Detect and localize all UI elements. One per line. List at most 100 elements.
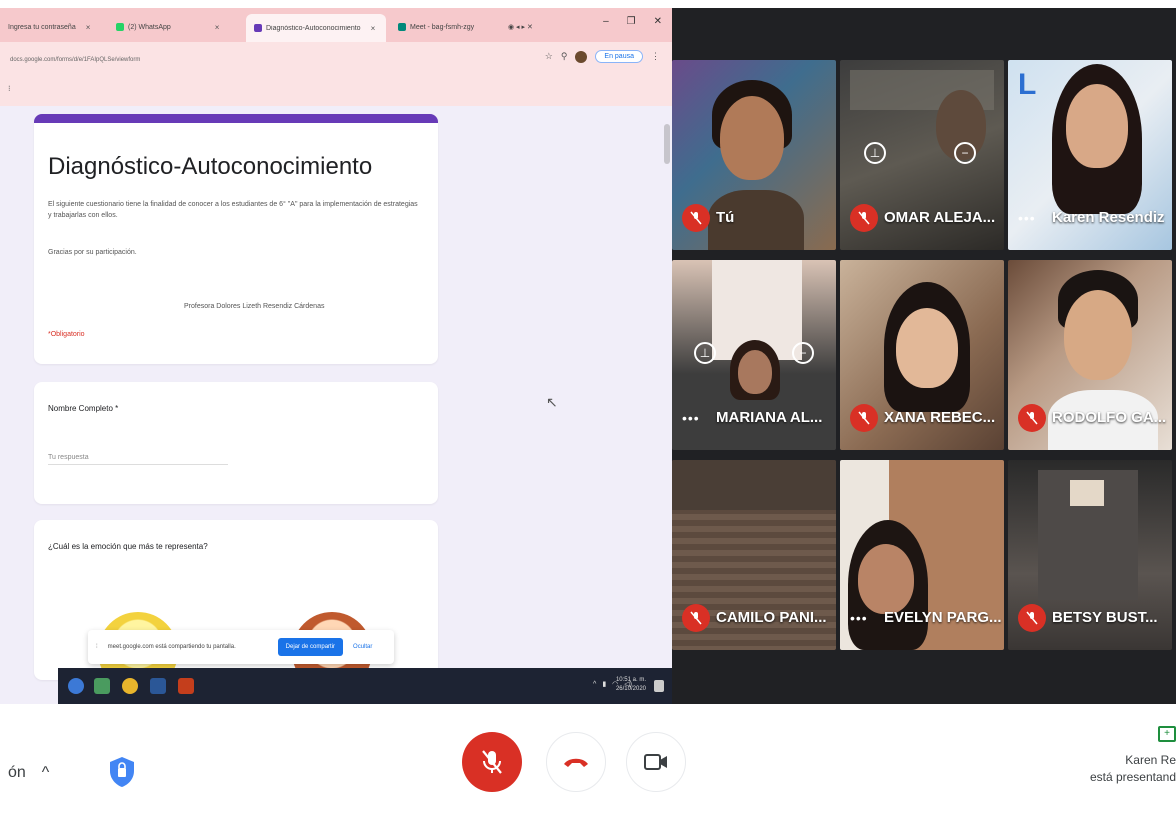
participant-tile[interactable]: ⊥ − ••• MARIANA AL... [672, 260, 836, 450]
speaking-indicator-icon: ••• [850, 610, 868, 626]
start-icon[interactable] [68, 678, 84, 694]
meeting-details-label: ón [8, 764, 26, 781]
videocam-icon [644, 754, 667, 770]
pin-icon[interactable]: ⊥ [694, 342, 716, 364]
system-clock: 10:51 a. m. 26/10/2020 [616, 676, 646, 694]
shield-icon[interactable] [108, 756, 136, 788]
participant-video [738, 350, 772, 394]
participant-name: CAMILO PANI... [716, 609, 827, 626]
avatar[interactable] [575, 50, 588, 63]
banner-message: meet.google.com está compartiendo tu pan… [107, 644, 236, 650]
question-label: ¿Cuál es la emoción que más te represent… [48, 542, 208, 551]
mic-off-icon [682, 604, 710, 632]
hide-button[interactable]: Ocultar [353, 644, 372, 650]
tab-audio-controls[interactable]: ◉ ◂ ▸ ✕ [500, 16, 560, 38]
meet-icon [398, 23, 406, 31]
mic-off-icon [850, 404, 878, 432]
window-controls: – ❐ ✕ [603, 16, 662, 27]
participant-video [858, 544, 914, 614]
mouse-cursor-icon: ↖ [546, 394, 558, 410]
form-signature: Profesora Dolores Lizeth Resendiz Cárden… [184, 303, 325, 310]
clock-time: 10:51 a. m. [615, 677, 646, 683]
meeting-details-toggle[interactable]: ón ^ [8, 764, 49, 782]
tab-label: Meet - bag-fsmh-zgy [410, 23, 475, 31]
form-title: Diagnóstico-Autoconocimiento [48, 153, 373, 180]
mic-toggle-button[interactable] [462, 732, 522, 792]
answer-input[interactable]: Tu respuesta [48, 454, 228, 465]
browser-tab[interactable]: Meet - bag-fsmh-zgy [390, 16, 494, 38]
participant-video [1064, 290, 1132, 380]
maximize-icon[interactable]: ❐ [627, 16, 636, 27]
browser-tab[interactable]: Ingresa tu contraseña × [0, 16, 108, 38]
camera-toggle-button[interactable] [626, 732, 686, 792]
participant-tile[interactable]: RODOLFO GA... [1008, 260, 1172, 450]
tab-label: (2) WhatsApp [128, 23, 171, 31]
participant-video [896, 308, 958, 388]
url-field[interactable]: docs.google.com/forms/d/e/1FAIpQLSe/view… [4, 50, 564, 70]
participant-tile[interactable]: CAMILO PANI... [672, 460, 836, 650]
participant-tile[interactable]: L ••• Karen Resendiz [1008, 60, 1172, 250]
page-scrollbar[interactable] [664, 124, 670, 164]
participant-tile[interactable]: XANA REBEC... [840, 260, 1004, 450]
forms-icon [254, 24, 262, 32]
apps-icon[interactable]: ⁝ [8, 84, 11, 93]
windows-taskbar: ^ ▮ ◠ ◁) 10:51 a. m. 26/10/2020 [58, 668, 672, 704]
question-card: Nombre Completo * Tu respuesta [34, 382, 438, 504]
menu-icon[interactable]: ⋮ [651, 51, 660, 62]
wall-decoration: L [1018, 68, 1037, 101]
participant-name: Tú [716, 209, 735, 226]
present-to-all-icon[interactable]: + [1158, 726, 1176, 742]
clock-date: 26/10/2020 [615, 686, 646, 692]
remove-icon[interactable]: − [792, 342, 814, 364]
participant-name: XANA REBEC... [884, 409, 996, 426]
form-header-card: Diagnóstico-Autoconocimiento El siguient… [34, 114, 438, 364]
minimize-icon[interactable]: – [603, 16, 609, 27]
participant-grid: Tú ⊥ − OMAR ALEJA... L ••• Karen Resendi… [672, 8, 1176, 704]
mic-off-icon [850, 204, 878, 232]
app-icon[interactable] [94, 678, 110, 694]
chevron-up-icon: ^ [41, 764, 50, 781]
participant-name: OMAR ALEJA... [884, 209, 996, 226]
tab-label: Diagnóstico-Autoconocimiento [266, 24, 361, 32]
browser-tab-active[interactable]: Diagnóstico-Autoconocimiento × [246, 14, 386, 42]
pause-sync-button[interactable]: En pausa [595, 50, 643, 63]
presenter-info: Karen Re está presentand [1090, 752, 1176, 786]
close-tab-icon[interactable]: × [86, 23, 91, 32]
pin-icon[interactable]: ⊥ [864, 142, 886, 164]
presenter-name: Karen Re [1125, 753, 1176, 767]
drag-handle-icon[interactable]: ⁞ [96, 644, 98, 650]
close-tab-icon[interactable]: × [371, 24, 376, 33]
battery-icon: ▮ [602, 681, 607, 688]
hang-up-button[interactable] [546, 732, 606, 792]
participant-tile[interactable]: Tú [672, 60, 836, 250]
form-thanks: Gracias por su participación. [48, 249, 137, 256]
remove-icon[interactable]: − [954, 142, 976, 164]
form-description: El siguiente cuestionario tiene la final… [48, 201, 418, 219]
participant-tile[interactable]: BETSY BUST... [1008, 460, 1172, 650]
chevron-up-icon[interactable]: ^ [593, 681, 596, 688]
participant-name: MARIANA AL... [716, 409, 823, 426]
star-icon[interactable]: ☆ [545, 51, 553, 62]
close-tab-icon[interactable]: × [215, 23, 220, 32]
close-window-icon[interactable]: ✕ [654, 16, 662, 27]
chrome-icon[interactable] [122, 678, 138, 694]
tab-label: Ingresa tu contraseña [8, 23, 76, 31]
participant-video [1070, 480, 1104, 506]
browser-tab[interactable]: (2) WhatsApp × [108, 16, 238, 38]
search-icon[interactable]: ⚲ [561, 51, 568, 62]
question-label: Nombre Completo * [48, 404, 119, 413]
shared-screen: Ingresa tu contraseña × (2) WhatsApp × Dia… [0, 8, 672, 704]
call-end-icon [564, 758, 588, 767]
participant-tile[interactable]: ••• EVELYN PARG... [840, 460, 1004, 650]
stop-sharing-button[interactable]: Dejar de compartir [277, 638, 344, 656]
notifications-icon[interactable] [654, 680, 664, 692]
word-icon[interactable] [150, 678, 166, 694]
participant-tile[interactable]: ⊥ − OMAR ALEJA... [840, 60, 1004, 250]
participant-video [672, 460, 836, 510]
powerpoint-icon[interactable] [178, 678, 194, 694]
speaking-indicator-icon: ••• [682, 410, 700, 426]
participant-name: BETSY BUST... [1052, 609, 1158, 626]
screen-share-banner: ⁞ meet.google.com está compartiendo tu p… [88, 630, 394, 664]
browser-tab-bar: Ingresa tu contraseña × (2) WhatsApp × Dia… [0, 8, 672, 42]
participant-video [1066, 84, 1128, 168]
